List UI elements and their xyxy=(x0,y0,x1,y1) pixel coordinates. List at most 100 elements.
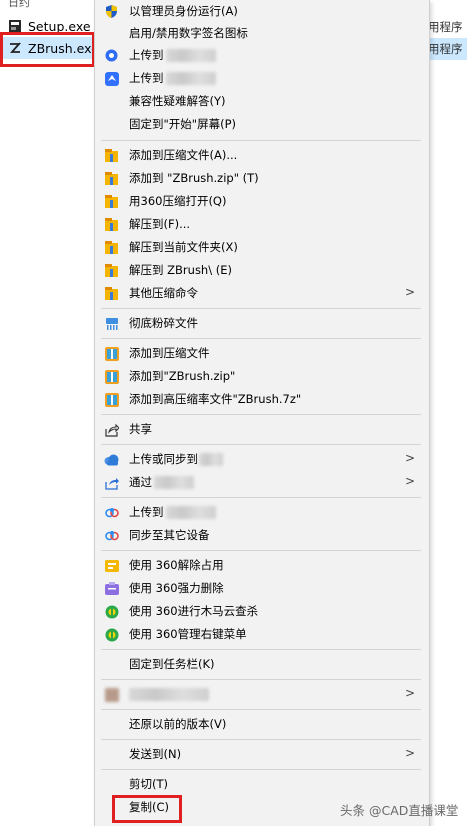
menu-item-360-force-delete[interactable]: 使用 360强力删除 xyxy=(95,577,427,599)
menu-item-pin-taskbar[interactable]: 固定到任务栏(K) xyxy=(95,653,427,675)
menu-separator xyxy=(101,308,421,309)
highlight-box-copy xyxy=(112,795,182,823)
menu-item-via[interactable]: 通过 > xyxy=(95,471,427,493)
menu-item-360-unlock[interactable]: 使用 360解除占用 xyxy=(95,554,427,576)
setup-exe-icon xyxy=(8,19,22,33)
360-unlock-icon xyxy=(104,558,119,573)
menu-item-extract-here[interactable]: 解压到当前文件夹(X) xyxy=(95,236,427,258)
menu-item-extract-zbrush[interactable]: 解压到 ZBrush\ (E) xyxy=(95,259,427,281)
column-header-partial: 日约 xyxy=(8,0,30,9)
menu-separator xyxy=(101,414,421,415)
menu-item-upload-to[interactable]: 上传到 xyxy=(95,44,427,66)
baidu-cloud-icon xyxy=(104,505,119,520)
menu-item-cut[interactable]: 剪切(T) xyxy=(95,773,427,795)
chevron-right-icon: > xyxy=(404,451,415,465)
menu-separator xyxy=(101,769,421,770)
menu-item-add-zip-2[interactable]: 添加到"ZBrush.zip" xyxy=(95,365,427,387)
menu-label: 启用/禁用数字签名图标 xyxy=(129,26,248,40)
menu-item-extract-to[interactable]: 解压到(F)... xyxy=(95,213,427,235)
menu-label: 发送到(N) xyxy=(129,747,182,761)
menu-item-compat-troubleshoot[interactable]: 兼容性疑难解答(Y) xyxy=(95,90,427,112)
menu-label: 还原以前的版本(V) xyxy=(129,717,227,731)
menu-item-upload-to-3[interactable]: 上传到 xyxy=(95,501,427,523)
menu-item-other-zip-cmds[interactable]: 其他压缩命令 > xyxy=(95,282,427,304)
menu-separator xyxy=(101,497,421,498)
menu-label: 添加到 "ZBrush.zip" (T) xyxy=(129,171,259,185)
menu-label: 固定到任务栏(K) xyxy=(129,657,215,671)
menu-label: 彻底粉碎文件 xyxy=(129,316,198,330)
menu-label: 添加到压缩文件(A)... xyxy=(129,148,238,162)
redacted-text xyxy=(129,688,209,701)
menu-label: 解压到 ZBrush\ (E) xyxy=(129,263,232,277)
share-icon xyxy=(104,422,119,437)
menu-separator xyxy=(101,140,421,141)
archive-icon xyxy=(104,148,119,163)
menu-label: 解压到(F)... xyxy=(129,217,191,231)
menu-item-add-archive[interactable]: 添加到压缩文件(A)... xyxy=(95,144,427,166)
menu-item-open-360zip[interactable]: 用360压缩打开(Q) xyxy=(95,190,427,212)
menu-item-upload-or-sync[interactable]: 上传或同步到 > xyxy=(95,448,427,470)
redacted-text xyxy=(154,476,194,489)
menu-label: 使用 360解除占用 xyxy=(129,558,224,572)
menu-label: 添加到"ZBrush.zip" xyxy=(129,369,236,383)
menu-item-sync-other-devices[interactable]: 同步至其它设备 xyxy=(95,524,427,546)
menu-label: 上传到 xyxy=(129,48,216,62)
menu-item-blurred[interactable]: > xyxy=(95,683,427,705)
uac-shield-icon xyxy=(104,4,119,19)
menu-label: 固定到"开始"屏幕(P) xyxy=(129,117,236,131)
archive-icon xyxy=(104,171,119,186)
menu-item-shred[interactable]: 彻底粉碎文件 xyxy=(95,312,427,334)
share-via-icon xyxy=(104,475,119,490)
winrar-icon xyxy=(104,392,119,407)
menu-item-360-trojan-scan[interactable]: 使用 360进行木马云查杀 xyxy=(95,600,427,622)
menu-label: 上传到 xyxy=(129,505,216,519)
file-type: 用程序 xyxy=(428,20,463,34)
redacted-text xyxy=(165,49,216,62)
menu-label: 使用 360管理右键菜单 xyxy=(129,627,247,641)
menu-label: 通过 xyxy=(129,475,194,489)
menu-label: 使用 360强力删除 xyxy=(129,581,224,595)
menu-separator xyxy=(101,649,421,650)
blurred-icon xyxy=(104,687,119,702)
menu-separator xyxy=(101,444,421,445)
archive-icon xyxy=(104,263,119,278)
watermark: 头条 @CAD直播课堂 xyxy=(340,803,459,818)
menu-separator xyxy=(101,739,421,740)
360-guard-icon xyxy=(104,627,119,642)
menu-item-add-7z[interactable]: 添加到高压缩率文件"ZBrush.7z" xyxy=(95,388,427,410)
upload-circle-icon xyxy=(104,48,119,63)
menu-label: 以管理员身份运行(A) xyxy=(129,4,238,18)
menu-label: 使用 360进行木马云查杀 xyxy=(129,604,259,618)
archive-icon xyxy=(104,194,119,209)
redacted-text xyxy=(199,453,223,466)
cloud-icon xyxy=(104,452,119,467)
menu-separator xyxy=(101,550,421,551)
menu-item-360-manage-menu[interactable]: 使用 360管理右键菜单 xyxy=(95,623,427,645)
archive-icon xyxy=(104,217,119,232)
chevron-right-icon: > xyxy=(404,686,415,700)
360-delete-icon xyxy=(104,581,119,596)
menu-label: 剪切(T) xyxy=(129,777,168,791)
menu-item-send-to[interactable]: 发送到(N) > xyxy=(95,743,427,765)
menu-item-share[interactable]: 共享 xyxy=(95,418,427,440)
menu-separator xyxy=(101,679,421,680)
menu-item-restore-prev[interactable]: 还原以前的版本(V) xyxy=(95,713,427,735)
menu-item-add-archive-2[interactable]: 添加到压缩文件 xyxy=(95,342,427,364)
redacted-text xyxy=(165,72,216,85)
menu-label xyxy=(129,687,209,701)
menu-item-run-as-admin[interactable]: 以管理员身份运行(A) xyxy=(95,0,427,22)
menu-item-add-zip[interactable]: 添加到 "ZBrush.zip" (T) xyxy=(95,167,427,189)
menu-item-upload-to-2[interactable]: 上传到 xyxy=(95,67,427,89)
menu-separator xyxy=(101,338,421,339)
menu-item-pin-to-start[interactable]: 固定到"开始"屏幕(P) xyxy=(95,113,427,135)
menu-label: 共享 xyxy=(129,422,152,436)
menu-label: 添加到高压缩率文件"ZBrush.7z" xyxy=(129,392,302,406)
menu-label: 上传或同步到 xyxy=(129,452,223,466)
chevron-right-icon: > xyxy=(404,746,415,760)
winrar-icon xyxy=(104,369,119,384)
menu-item-signature-icon[interactable]: 启用/禁用数字签名图标 xyxy=(95,22,427,44)
menu-label: 上传到 xyxy=(129,71,216,85)
menu-label: 其他压缩命令 xyxy=(129,286,198,300)
menu-label: 解压到当前文件夹(X) xyxy=(129,240,238,254)
highlight-box-file xyxy=(0,32,95,67)
